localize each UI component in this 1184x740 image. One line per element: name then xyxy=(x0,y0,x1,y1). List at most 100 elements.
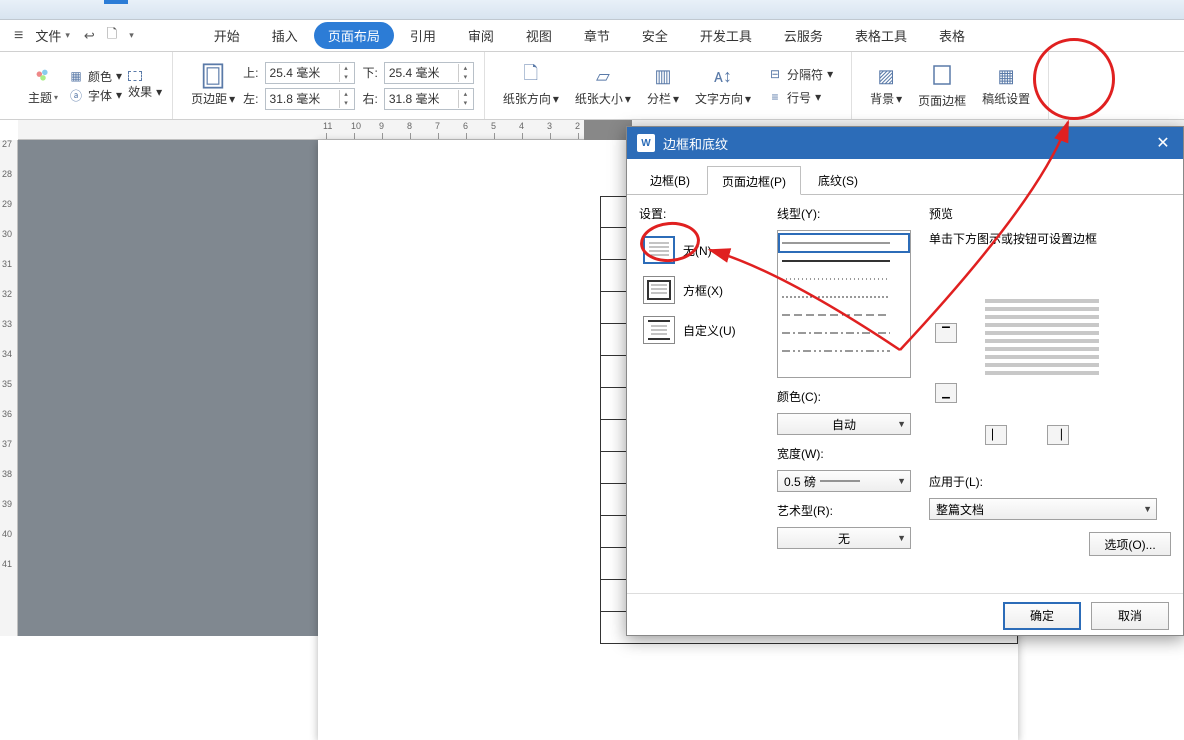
section-break-icon: ⊟ xyxy=(767,67,783,81)
chevron-down-icon: ▾ xyxy=(65,30,70,41)
color-section-label: 颜色(C): xyxy=(777,388,919,405)
color-icon: ▦ xyxy=(68,69,84,83)
tab-home[interactable]: 开始 xyxy=(198,20,256,51)
margin-left-label: 左: xyxy=(243,90,258,107)
vertical-ruler: 27 28 29 30 31 32 33 34 35 36 37 38 39 4… xyxy=(0,140,18,636)
margin-bottom-label: 下: xyxy=(363,64,378,81)
margin-right-input[interactable]: 31.8 毫米▴▾ xyxy=(384,88,474,110)
margin-left-input[interactable]: 31.8 毫米▴▾ xyxy=(265,88,355,110)
paper-size-icon: ▱ xyxy=(589,64,617,88)
tab-references[interactable]: 引用 xyxy=(394,20,452,51)
setting-custom[interactable]: 自定义(U) xyxy=(639,310,767,350)
margin-top-label: 上: xyxy=(243,64,258,81)
preview-page[interactable] xyxy=(977,295,1107,403)
chevron-down-icon: ▾ xyxy=(54,93,58,102)
color-combo[interactable]: 自动▼ xyxy=(777,413,911,435)
margin-top-input[interactable]: 25.4 毫米▴▾ xyxy=(265,62,355,84)
line-style-list[interactable] xyxy=(777,230,911,378)
chevron-down-icon: ▼ xyxy=(1143,504,1152,514)
main-menu-bar: ≡ 文件▾ ↩ 🗋 ▾ 开始 插入 页面布局 引用 审阅 视图 章节 安全 开发… xyxy=(0,20,1184,52)
hamburger-icon[interactable]: ≡ xyxy=(14,27,23,45)
setting-none[interactable]: 无(N) xyxy=(639,230,767,270)
dialog-tabs: 边框(B) 页面边框(P) 底纹(S) xyxy=(627,159,1183,195)
text-direction-icon: ᴀ↕ xyxy=(709,64,737,88)
color-button[interactable]: ▦颜色▾ xyxy=(68,68,122,85)
tab-security[interactable]: 安全 xyxy=(626,20,684,51)
page-margin-button[interactable]: 页边距▾ xyxy=(183,64,243,107)
dialog-tab-page-border[interactable]: 页面边框(P) xyxy=(707,166,801,195)
width-section-label: 宽度(W): xyxy=(777,445,919,462)
section-break-button[interactable]: ⊟分隔符▾ xyxy=(767,66,833,83)
chevron-down-icon: ▼ xyxy=(897,419,906,429)
theme-button[interactable]: 主题▾ xyxy=(24,65,62,106)
style-thick[interactable] xyxy=(780,253,908,269)
setting-none-icon xyxy=(643,236,675,264)
manuscript-button[interactable]: ▦稿纸设置 xyxy=(974,64,1038,107)
width-combo[interactable]: 0.5 磅▼ xyxy=(777,470,911,492)
style-dotted[interactable] xyxy=(780,271,908,287)
ok-button[interactable]: 确定 xyxy=(1003,602,1081,630)
menu-undo-icon[interactable]: ↩ xyxy=(78,26,101,46)
paper-direction-button[interactable]: 🗋纸张方向▾ xyxy=(495,64,567,107)
tab-cloud[interactable]: 云服务 xyxy=(768,20,839,51)
preview-right-border-button[interactable]: ▕ xyxy=(1047,425,1069,445)
rect-select-button[interactable] xyxy=(128,71,162,81)
effect-button[interactable]: 效果▾ xyxy=(128,83,162,100)
close-icon[interactable]: ✕ xyxy=(1143,133,1183,153)
tab-view[interactable]: 视图 xyxy=(510,20,568,51)
dialog-title: 边框和底纹 xyxy=(663,134,728,153)
margin-bottom-input[interactable]: 25.4 毫米▴▾ xyxy=(384,62,474,84)
paper-size-button[interactable]: ▱纸张大小▾ xyxy=(567,64,639,107)
preview-box: ▔ ▁ ▏ ▕ xyxy=(929,253,1157,433)
style-dashdotdot[interactable] xyxy=(780,343,908,359)
setting-custom-icon xyxy=(643,316,675,344)
style-solid[interactable] xyxy=(780,235,908,251)
cancel-button[interactable]: 取消 xyxy=(1091,602,1169,630)
style-label: 线型(Y): xyxy=(777,205,919,222)
margin-right-label: 右: xyxy=(363,90,378,107)
tab-page-layout[interactable]: 页面布局 xyxy=(314,22,394,49)
apply-combo[interactable]: 整篇文档▼ xyxy=(929,498,1157,520)
columns-button[interactable]: ▥分栏▾ xyxy=(639,64,687,107)
setting-box-icon xyxy=(643,276,675,304)
style-dashdot[interactable] xyxy=(780,325,908,341)
page-border-button[interactable]: 页面边框 xyxy=(910,63,974,109)
preview-bottom-border-button[interactable]: ▁ xyxy=(935,383,957,403)
setting-box[interactable]: 方框(X) xyxy=(639,270,767,310)
font-button[interactable]: ⓐ字体▾ xyxy=(68,87,122,104)
page-border-icon xyxy=(930,63,954,90)
art-combo[interactable]: 无▼ xyxy=(777,527,911,549)
dialog-tab-border[interactable]: 边框(B) xyxy=(635,165,705,194)
background-button[interactable]: ▨背景▾ xyxy=(862,64,910,107)
tab-sections[interactable]: 章节 xyxy=(568,20,626,51)
tab-developer[interactable]: 开发工具 xyxy=(684,20,768,51)
tab-table-tools[interactable]: 表格工具 xyxy=(839,20,923,51)
tab-review[interactable]: 审阅 xyxy=(452,20,510,51)
line-number-button[interactable]: ≡行号▾ xyxy=(767,89,833,106)
settings-label: 设置: xyxy=(639,205,767,222)
options-button[interactable]: 选项(O)... xyxy=(1089,532,1171,556)
theme-icon xyxy=(32,65,54,87)
app-icon: W xyxy=(637,134,655,152)
rect-select-icon xyxy=(128,71,142,81)
font-icon: ⓐ xyxy=(68,88,84,102)
ribbon: 主题▾ ▦颜色▾ ⓐ字体▾ 效果▾ 页边距▾ 上: 25.4 毫米▴▾ 左: 3… xyxy=(0,52,1184,120)
file-menu[interactable]: 文件▾ xyxy=(27,24,78,47)
dialog-tab-shading[interactable]: 底纹(S) xyxy=(803,165,873,194)
preview-top-border-button[interactable]: ▔ xyxy=(935,323,957,343)
dialog-title-bar[interactable]: W 边框和底纹 ✕ xyxy=(627,127,1183,159)
preview-left-border-button[interactable]: ▏ xyxy=(985,425,1007,445)
style-dashed[interactable] xyxy=(780,307,908,323)
paper-direction-icon: 🗋 xyxy=(517,64,545,88)
chevron-down-icon: ▼ xyxy=(897,476,906,486)
quick-access-more-icon[interactable]: ▾ xyxy=(123,28,140,43)
preview-hint: 单击下方图示或按钮可设置边框 xyxy=(929,230,1171,247)
columns-icon: ▥ xyxy=(649,64,677,88)
tab-insert[interactable]: 插入 xyxy=(256,20,314,51)
page-margin-icon xyxy=(199,64,227,88)
tab-table[interactable]: 表格 xyxy=(923,20,981,51)
text-direction-button[interactable]: ᴀ↕文字方向▾ xyxy=(687,64,759,107)
style-dotted2[interactable] xyxy=(780,289,908,305)
preview-label: 预览 xyxy=(929,205,1171,222)
menu-save-icon[interactable]: 🗋 xyxy=(101,23,123,49)
